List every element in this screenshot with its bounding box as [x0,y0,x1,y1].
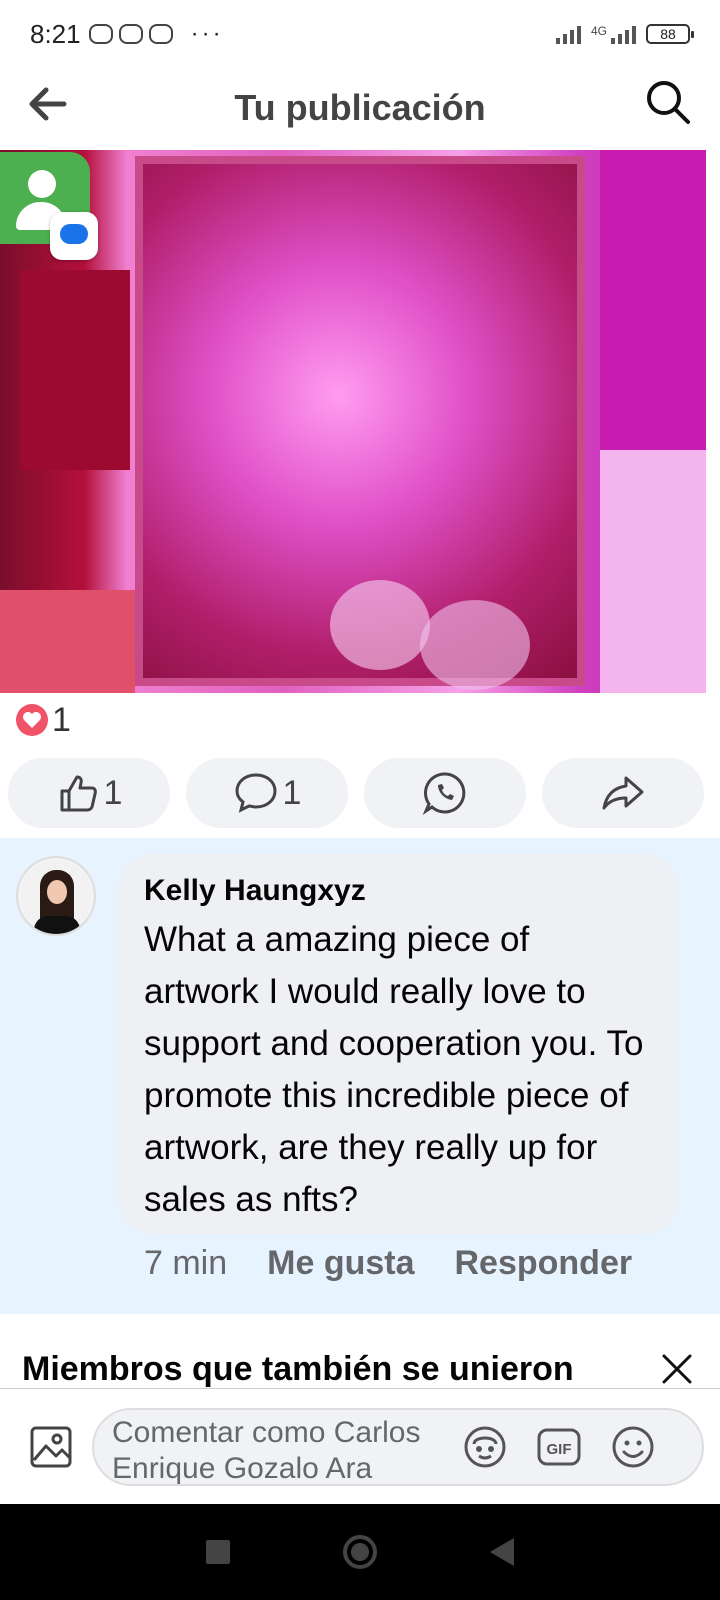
whatsapp-icon [422,772,466,816]
more-notifications-icon: ··· [190,20,224,47]
signal-icon [555,24,581,44]
reaction-summary[interactable]: 1 [16,700,71,740]
comment-time: 7 min [144,1244,228,1282]
post-image[interactable] [0,150,706,693]
page-title: Tu publicación [234,87,486,128]
commenter-avatar[interactable] [16,856,96,936]
reaction-count: 1 [52,700,71,739]
notification-icon [118,24,143,44]
comment-text: What a amazing piece of artwork I would … [144,920,644,1219]
home-button[interactable] [342,1535,377,1569]
close-icon[interactable] [660,1352,694,1386]
battery-icon: 88 [646,24,694,44]
avatar-sticker-icon[interactable] [460,1422,510,1472]
system-nav-bar [0,1504,720,1600]
notification-icon [148,24,173,44]
comment-section: Kelly Haungxyz What a amazing piece of a… [0,838,720,1314]
svg-text:GIF: GIF [547,1441,572,1458]
search-icon[interactable] [642,76,694,128]
members-title: Miembros que también se unieron [22,1350,574,1388]
back-arrow-icon[interactable] [24,80,72,128]
comment-author[interactable]: Kelly Haungxyz [144,874,652,908]
comment-reply-button[interactable]: Responder [455,1244,633,1283]
emoji-icon[interactable] [608,1422,658,1472]
comment-like-button[interactable]: Me gusta [267,1244,414,1283]
like-button[interactable]: 1 [8,758,170,828]
comment-composer: Comentar como Carlos Enrique Gozalo Ara … [0,1388,720,1504]
members-suggestion-header: Miembros que también se unieron [0,1314,720,1388]
comment-bubble[interactable]: Kelly Haungxyz What a amazing piece of a… [118,854,678,1234]
status-time: 8:21 [30,18,81,49]
thumbs-up-icon [60,775,97,812]
messages-icon [50,212,98,260]
share-arrow-icon [602,776,644,810]
chat-head-bubble[interactable] [0,152,98,260]
share-button[interactable] [542,758,704,828]
whatsapp-share-button[interactable] [364,758,526,828]
system-back-button[interactable] [489,1538,514,1566]
status-indicators: 4G 88 [555,24,694,44]
photo-icon[interactable] [26,1422,76,1472]
comment-count: 1 [282,773,302,812]
gif-icon[interactable]: GIF [534,1422,584,1472]
comment-icon [235,773,277,813]
comment-meta: 7 min Me gusta Responder [144,1244,632,1283]
comment-input[interactable]: Comentar como Carlos Enrique Gozalo Ara … [92,1407,704,1486]
love-reaction-icon [16,704,48,736]
status-bar: 8:21 ··· 4G 88 [0,0,720,68]
top-bar: Tu publicación [0,68,720,148]
comment-input-placeholder: Comentar como Carlos Enrique Gozalo Ara [112,1415,421,1485]
notification-icon [88,24,113,44]
post-actions: 1 1 [8,758,704,828]
recents-button[interactable] [206,1540,231,1564]
network-label: 4G [590,24,607,38]
comment-button[interactable]: 1 [186,758,348,828]
like-count: 1 [103,773,123,812]
signal-icon [611,24,636,44]
